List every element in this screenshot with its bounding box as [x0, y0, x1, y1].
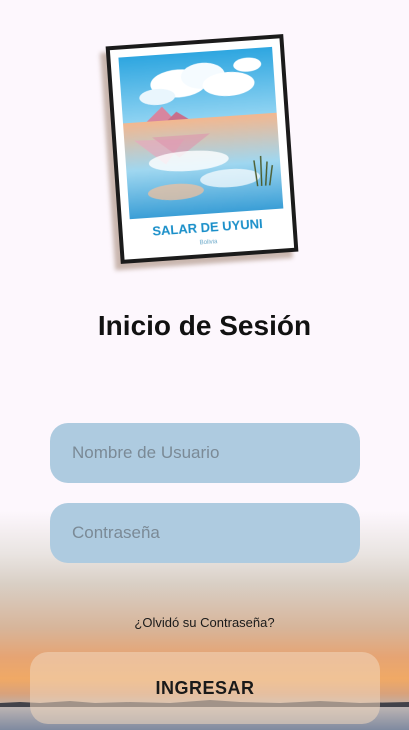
- poster-subtitle: Bolivia: [200, 239, 219, 246]
- login-screen: SALAR DE UYUNI Bolivia Inicio de Sesión …: [0, 0, 409, 730]
- poster-illustration: SALAR DE UYUNI Bolivia: [105, 34, 299, 264]
- page-title: Inicio de Sesión: [97, 310, 312, 341]
- username-input[interactable]: [70, 442, 360, 464]
- login-button[interactable]: INGRESAR: [30, 652, 380, 724]
- salar-de-uyuni-poster: SALAR DE UYUNI Bolivia: [105, 34, 299, 264]
- password-field[interactable]: [50, 503, 360, 563]
- forgot-password-link[interactable]: ¿Olvidó su Contraseña?: [0, 615, 409, 630]
- password-input[interactable]: [70, 522, 360, 544]
- username-field[interactable]: [50, 423, 360, 483]
